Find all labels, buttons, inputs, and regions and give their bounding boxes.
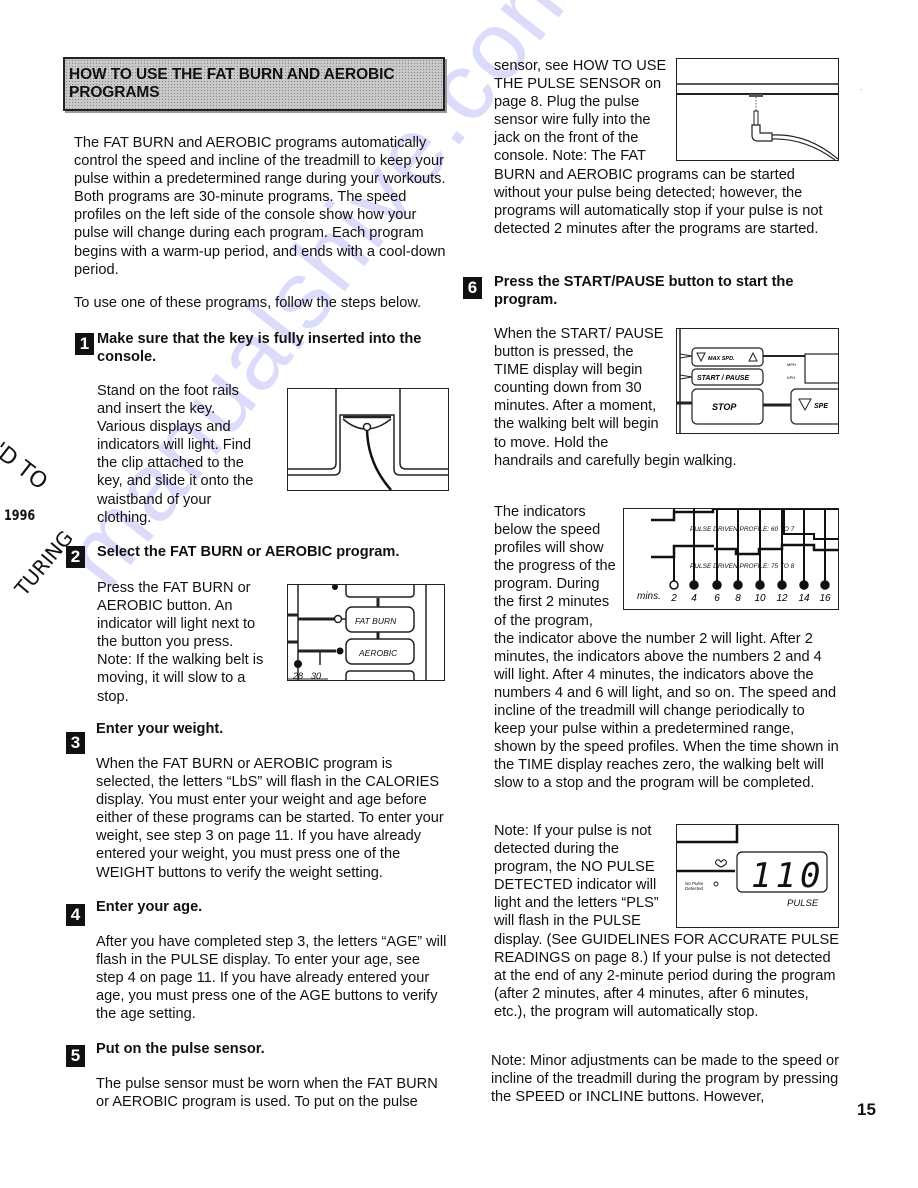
pulse-readout-value: 110 — [751, 856, 824, 896]
mins-label: mins. — [637, 591, 661, 602]
no-pulse-label-line-2: Detected — [685, 886, 704, 891]
page-number: 15 — [857, 1100, 876, 1119]
step-1-number: 1 — [75, 333, 94, 355]
console-buttons-diagram: MAX SPD. START / PAUSE MPH KPH STOP SPE — [677, 329, 838, 433]
step-6-number: 6 — [463, 277, 482, 299]
stop-label: STOP — [712, 402, 737, 412]
key-clip-icon — [362, 422, 372, 432]
aerobic-label: AEROBIC — [358, 648, 398, 658]
minute-indicator-dot — [755, 580, 765, 590]
mph-indicator-label: MPH — [787, 362, 796, 367]
step-5-body: The pulse sensor must be worn when the F… — [96, 1076, 438, 1111]
step-3-number: 3 — [66, 732, 85, 754]
profile-indicators-figure: PULSE DRIVEN PROFILE: 60 TO 7 PULSE DRIV… — [623, 508, 839, 610]
pulse-display-label: PULSE — [787, 898, 819, 909]
adjust-note-paragraph: Note: Minor adjustments can be made to t… — [491, 1053, 840, 1106]
pulse-jack-figure — [676, 58, 839, 161]
section-title-line-2: PROGRAMS — [69, 84, 160, 101]
minute-label: 4 — [691, 593, 697, 604]
step-3-body: When the FAT BURN or AEROBIC program is … — [96, 756, 444, 881]
scan-speck: · — [860, 85, 863, 94]
program-buttons-figure: FAT BURN AEROBIC 28 30 — [287, 584, 445, 681]
step-1-heading: Make sure that the key is fully inserted… — [97, 331, 422, 365]
step-6-heading: Press the START/PAUSE button to start th… — [494, 274, 794, 308]
profile-1-label: PULSE DRIVEN PROFILE: 60 TO 7 — [690, 526, 795, 533]
max-speed-label: MAX SPD. — [708, 356, 735, 362]
step-4-heading: Enter your age. — [96, 899, 203, 915]
pulse-display-diagram: 110 PULSE No Pulse Detected — [677, 825, 828, 909]
minute-label: 2 — [670, 593, 677, 604]
section-title-box: HOW TO USE THE FAT BURN AND AEROBIC PROG… — [63, 57, 445, 111]
minute-indicator-dot — [733, 580, 743, 590]
minute-indicator-dot — [712, 580, 722, 590]
minute-label: 16 — [819, 593, 831, 604]
minute-indicator-dot — [689, 580, 699, 590]
minute-label: 6 — [714, 593, 720, 604]
step-5-heading: Put on the pulse sensor. — [96, 1041, 265, 1057]
step-6-body-block: MAX SPD. START / PAUSE MPH KPH STOP SPE … — [494, 325, 839, 470]
minute-indicator-dot — [820, 580, 830, 590]
pulse-display-figure: 110 PULSE No Pulse Detected — [676, 824, 839, 928]
key-illustration — [288, 389, 448, 490]
stamp-text-top: 'D TO — [0, 438, 52, 496]
lead-in-paragraph: To use one of these programs, follow the… — [74, 295, 422, 311]
scale-label-30: 30 — [311, 671, 321, 680]
minute-indicator-dot — [669, 580, 679, 590]
section-title-line-1: HOW TO USE THE FAT BURN AND AEROBIC — [69, 66, 395, 83]
minute-label: 14 — [798, 593, 810, 604]
fat-burn-label: FAT BURN — [355, 616, 397, 626]
section-title: HOW TO USE THE FAT BURN AND AEROBIC PROG… — [65, 59, 443, 102]
scale-label-28: 28 — [292, 671, 303, 680]
minute-label: 12 — [776, 593, 788, 604]
step-2-number: 2 — [66, 546, 85, 568]
speed-label: SPE — [814, 403, 828, 410]
aerobic-indicator-lit — [336, 647, 344, 655]
step-5-continued: sensor, see HOW TO USE THE PULSE SENSOR … — [494, 57, 839, 238]
intro-paragraph: The FAT BURN and AEROBIC programs automa… — [74, 135, 446, 278]
step-4-body: After you have completed step 3, the let… — [96, 934, 447, 1023]
jack-plug-icon — [751, 124, 773, 142]
minute-indicator-dot — [777, 580, 787, 590]
step-3-heading: Enter your weight. — [96, 721, 224, 737]
pulse-jack-illustration — [677, 83, 838, 160]
year-stamp: 1996 — [4, 508, 36, 524]
minute-indicator-dot — [799, 580, 809, 590]
pulse-note-block: 110 PULSE No Pulse Detected Note: If you… — [494, 822, 839, 1021]
fat-burn-indicator-unlit — [333, 614, 343, 624]
minute-label: 8 — [735, 593, 741, 604]
profile-indicators-diagram: PULSE DRIVEN PROFILE: 60 TO 7 PULSE DRIV… — [637, 509, 838, 604]
program-buttons-diagram: FAT BURN AEROBIC 28 30 — [288, 585, 427, 680]
step-5-number: 5 — [66, 1045, 85, 1067]
minute-indicators: 2 4 6 8 10 12 14 16 — [669, 509, 831, 604]
indicators-block: PULSE DRIVEN PROFILE: 60 TO 7 PULSE DRIV… — [494, 503, 839, 793]
step-1-body: Stand on the foot rails and insert the k… — [97, 383, 254, 526]
step-2-heading: Select the FAT BURN or AEROBIC program. — [97, 544, 400, 560]
kph-indicator-label: KPH — [787, 375, 795, 380]
no-pulse-indicator — [713, 881, 719, 887]
step-2-body: Press the FAT BURN or AEROBIC button. An… — [97, 580, 264, 705]
heart-icon — [715, 859, 727, 868]
step-4-number: 4 — [66, 904, 85, 926]
console-buttons-figure: MAX SPD. START / PAUSE MPH KPH STOP SPE — [676, 328, 839, 434]
profile-2-label: PULSE DRIVEN PROFILE: 75 TO 8 — [690, 563, 795, 570]
start-pause-label: START / PAUSE — [697, 375, 749, 382]
key-console-figure — [287, 388, 449, 491]
minute-label: 10 — [754, 593, 766, 604]
